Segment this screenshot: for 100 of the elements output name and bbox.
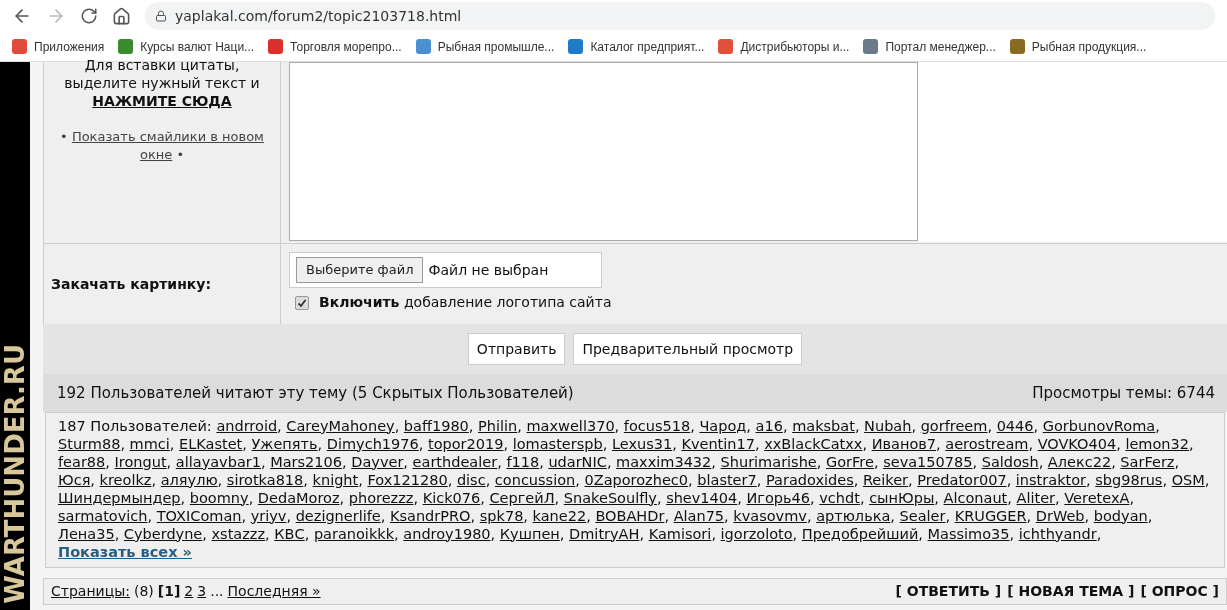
user-link[interactable]: Nubah [864, 417, 912, 434]
user-link[interactable]: СергейЛ [489, 489, 555, 506]
user-link[interactable]: kane22 [532, 507, 587, 524]
user-link[interactable]: androy1980 [403, 525, 491, 542]
home-icon[interactable] [112, 6, 131, 26]
user-link[interactable]: Dimych1976 [326, 435, 419, 452]
user-link[interactable]: aerostream [945, 435, 1029, 452]
user-link[interactable]: kreolkz [99, 471, 152, 488]
user-link[interactable]: Reiker [862, 471, 909, 488]
user-link[interactable]: instraktor [1015, 471, 1087, 488]
user-link[interactable]: vchdt [819, 489, 860, 506]
user-link[interactable]: Шиндермындер [58, 489, 181, 506]
user-link[interactable]: sirotka818 [226, 471, 304, 488]
user-link[interactable]: yriyv [250, 507, 287, 524]
logo-checkbox[interactable] [295, 295, 309, 310]
user-link[interactable]: Saldosh [981, 453, 1039, 470]
user-link[interactable]: KRUGGER [954, 507, 1027, 524]
topic-action-link[interactable]: [ ОТВЕТИТЬ ] [895, 580, 1002, 602]
user-link[interactable]: артюлька [816, 507, 891, 524]
topic-action-link[interactable]: [ НОВАЯ ТЕМА ] [1007, 580, 1135, 602]
user-link[interactable]: Иванов7 [871, 435, 937, 452]
user-link[interactable]: SnakeSoulfly [563, 489, 657, 506]
topic-action-link[interactable]: [ ОПРОС ] [1140, 580, 1219, 602]
user-link[interactable]: focus518 [623, 417, 691, 434]
user-link[interactable]: boomny [189, 489, 249, 506]
user-link[interactable]: VOVKO404 [1037, 435, 1117, 452]
user-link[interactable]: Чарод [699, 417, 747, 434]
user-link[interactable]: KsandrPRO [390, 507, 471, 524]
user-link[interactable]: Kick076 [422, 489, 481, 506]
user-link[interactable]: ichthyandr [1018, 525, 1097, 542]
user-link[interactable]: Юся [58, 471, 91, 488]
user-link[interactable]: Mars2106 [270, 453, 343, 470]
user-link[interactable]: GorFre [826, 453, 874, 470]
user-link[interactable]: sarmatovich [58, 507, 148, 524]
user-link[interactable]: maxwell370 [526, 417, 615, 434]
user-link[interactable]: 0446 [996, 417, 1034, 434]
user-link[interactable]: Massimo35 [927, 525, 1010, 542]
user-link[interactable]: Cyberdyne [123, 525, 203, 542]
bookmark[interactable]: Торговля морепро... [268, 37, 402, 56]
user-link[interactable]: maxxim3432 [616, 453, 712, 470]
user-link[interactable]: lomasterspb [512, 435, 603, 452]
user-link[interactable]: blaster7 [697, 471, 757, 488]
user-link[interactable]: КВС [274, 525, 305, 542]
user-link[interactable]: сынЮры [869, 489, 935, 506]
user-link[interactable]: OSM [1171, 471, 1205, 488]
user-link[interactable]: Irongut [114, 453, 167, 470]
user-link[interactable]: bodyan [1093, 507, 1148, 524]
user-link[interactable]: Fox121280 [367, 471, 448, 488]
user-link[interactable]: Philin [478, 417, 518, 434]
user-link[interactable]: Aliter [1016, 489, 1056, 506]
user-link[interactable]: igorzoloto [720, 525, 793, 542]
user-link[interactable]: Kventin17 [681, 435, 755, 452]
side-banner[interactable]: WARTHUNDER.RU [0, 62, 30, 610]
user-link[interactable]: Кушпен [499, 525, 560, 542]
user-link[interactable]: xstazzz [211, 525, 266, 542]
user-link[interactable]: Лена35 [58, 525, 115, 542]
address-bar[interactable]: yaplakal.com/forum2/topic2103718.html [145, 2, 1215, 30]
quote-action-link[interactable]: НАЖМИТЕ СЮДА [92, 92, 232, 111]
user-link[interactable]: disc [456, 471, 486, 488]
user-link[interactable]: Alan75 [673, 507, 725, 524]
form-button[interactable]: Предварительный просмотр [573, 333, 803, 365]
pages-link[interactable]: Страницы: [51, 580, 130, 602]
user-link[interactable]: shev1404 [666, 489, 738, 506]
user-link[interactable]: sbg98rus [1095, 471, 1163, 488]
user-link[interactable]: knight [312, 471, 359, 488]
user-link[interactable]: Predator007 [917, 471, 1007, 488]
user-link[interactable]: TOXIComan [156, 507, 242, 524]
user-link[interactable]: andrroid [216, 417, 278, 434]
bookmark[interactable]: Курсы валют Наци... [118, 37, 255, 56]
user-link[interactable]: paranoikkk [313, 525, 395, 542]
user-link[interactable]: Paradoxides [765, 471, 854, 488]
user-link[interactable]: Игорь46 [746, 489, 811, 506]
user-link[interactable]: topor2019 [427, 435, 504, 452]
user-link[interactable]: Ужепять [251, 435, 318, 452]
form-button[interactable]: Отправить [467, 333, 566, 365]
user-link[interactable]: gorfreem [920, 417, 988, 434]
smilies-link[interactable]: • Показать смайлики в новом окне • [44, 128, 280, 164]
user-link[interactable]: phorezzz [348, 489, 414, 506]
user-link[interactable]: ELKastet [179, 435, 243, 452]
bookmark[interactable]: Рыбная промышле... [415, 37, 555, 56]
user-link[interactable]: Lexus31 [611, 435, 673, 452]
user-link[interactable]: concussion [494, 471, 576, 488]
user-link[interactable]: CareyMahoney [286, 417, 395, 434]
bookmark[interactable]: Рыбная продукция... [1009, 37, 1147, 56]
reload-icon[interactable] [80, 7, 98, 25]
user-link[interactable]: mmci [129, 435, 170, 452]
user-link[interactable]: Sealer [899, 507, 946, 524]
file-input[interactable]: Выберите файл Файл не выбран [289, 252, 602, 288]
user-link[interactable]: Предобрейший [801, 525, 919, 542]
user-link[interactable]: DrWeb [1035, 507, 1085, 524]
user-link[interactable]: lemon32 [1125, 435, 1189, 452]
user-link[interactable]: Алекс22 [1047, 453, 1112, 470]
page-link[interactable]: 2 [184, 580, 194, 602]
page-link[interactable]: 3 [197, 580, 207, 602]
user-link[interactable]: allayavbar1 [175, 453, 261, 470]
user-link[interactable]: Alconaut [943, 489, 1008, 506]
user-link[interactable]: baff1980 [403, 417, 469, 434]
user-link[interactable]: GorbunovRoma [1042, 417, 1156, 434]
user-link[interactable]: f118 [506, 453, 540, 470]
user-link[interactable]: BOBAHDr [595, 507, 665, 524]
